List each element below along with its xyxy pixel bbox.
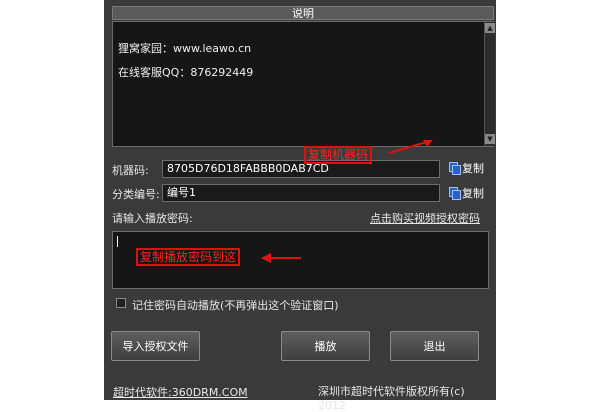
annotation-paste-password: 复制播放密码到这 (136, 248, 241, 266)
footer-website-link[interactable]: 超时代软件:360DRM.COM (113, 384, 248, 400)
footer-copyright: 深圳市超时代软件版权所有(c) 2012 (318, 385, 465, 412)
info-scrollbar[interactable]: ▲ ▼ (484, 22, 495, 146)
scroll-up-icon[interactable]: ▲ (485, 23, 495, 33)
copy-icon (449, 162, 461, 175)
import-license-button[interactable]: 导入授权文件 (111, 331, 200, 361)
copy-machine-code-label: 复制 (462, 162, 484, 175)
copy-category-label: 复制 (462, 187, 484, 200)
machine-code-field[interactable]: 8705D76D18FABBB0DAB7CD (162, 160, 440, 178)
machine-code-label: 机器码: (112, 164, 149, 177)
password-label: 请输入播放密码: (112, 212, 193, 225)
text-cursor (117, 236, 118, 247)
remember-checkbox[interactable] (116, 298, 126, 308)
category-label: 分类编号: (112, 188, 160, 201)
annotation-copy-machine-code: 复制机器码 (304, 146, 373, 164)
copy-category-button[interactable]: 复制 (449, 185, 484, 201)
exit-button[interactable]: 退出 (390, 331, 479, 361)
panel-title: 说明 (112, 6, 494, 20)
copy-machine-code-button[interactable]: 复制 (449, 160, 484, 176)
info-line-website: 狸窝家园：www.leawo.cn (118, 42, 252, 55)
scroll-down-icon[interactable]: ▼ (485, 134, 495, 144)
category-field[interactable]: 编号1 (162, 184, 440, 202)
annotation-arrow-icon (261, 253, 301, 263)
remember-label: 记住密码自动播放(不再弹出这个验证窗口) (132, 299, 339, 312)
info-line-qq: 在线客服QQ：876292449 (118, 66, 254, 79)
buy-password-link[interactable]: 点击购买视频授权密码 (370, 210, 480, 226)
info-textarea[interactable]: 狸窝家园：www.leawo.cn 在线客服QQ：876292449 ▲ ▼ (112, 21, 495, 147)
annotation-arrow-icon (388, 140, 433, 154)
play-button[interactable]: 播放 (281, 331, 370, 361)
license-dialog: 说明 狸窝家园：www.leawo.cn 在线客服QQ：876292449 ▲ … (104, 0, 496, 412)
copy-icon (449, 187, 461, 200)
